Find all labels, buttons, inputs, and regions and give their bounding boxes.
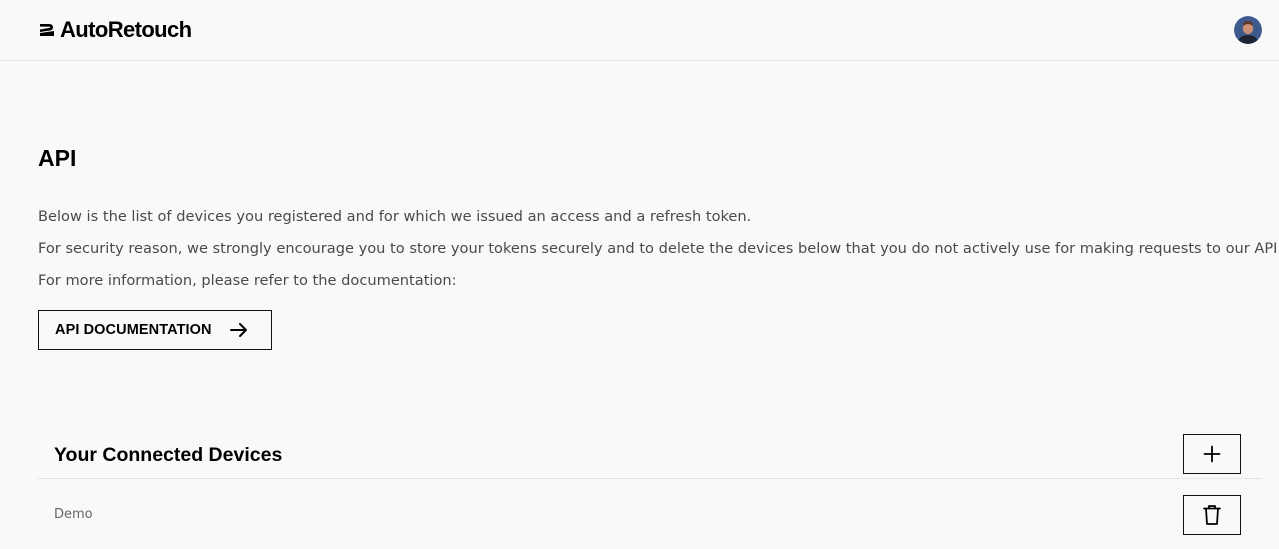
logo-text: AutoRetouch (60, 17, 192, 42)
api-documentation-label: API DOCUMENTATION (55, 322, 212, 338)
logo-link[interactable]: AutoRetouch (38, 17, 192, 43)
plus-icon (1203, 445, 1221, 463)
arrow-right-icon (229, 320, 249, 340)
connected-devices-title: Your Connected Devices (54, 444, 283, 466)
device-row: Demo (38, 480, 1262, 549)
api-documentation-button[interactable]: API DOCUMENTATION (38, 310, 272, 350)
user-avatar[interactable] (1234, 16, 1262, 44)
avatar-icon (1234, 16, 1262, 44)
device-name: Demo (54, 507, 93, 522)
top-bar: AutoRetouch (0, 0, 1279, 61)
description-line-2: For security reason, we strongly encoura… (38, 240, 1279, 257)
page-title: API (38, 145, 77, 171)
connected-devices-header: Your Connected Devices (38, 430, 1262, 479)
description-line-1: Below is the list of devices you registe… (38, 208, 752, 225)
trash-icon (1203, 505, 1221, 525)
autoretouch-logo-icon (40, 24, 54, 36)
add-device-button[interactable] (1183, 434, 1241, 474)
description-line-3: For more information, please refer to th… (38, 272, 457, 289)
delete-device-button[interactable] (1183, 495, 1241, 535)
